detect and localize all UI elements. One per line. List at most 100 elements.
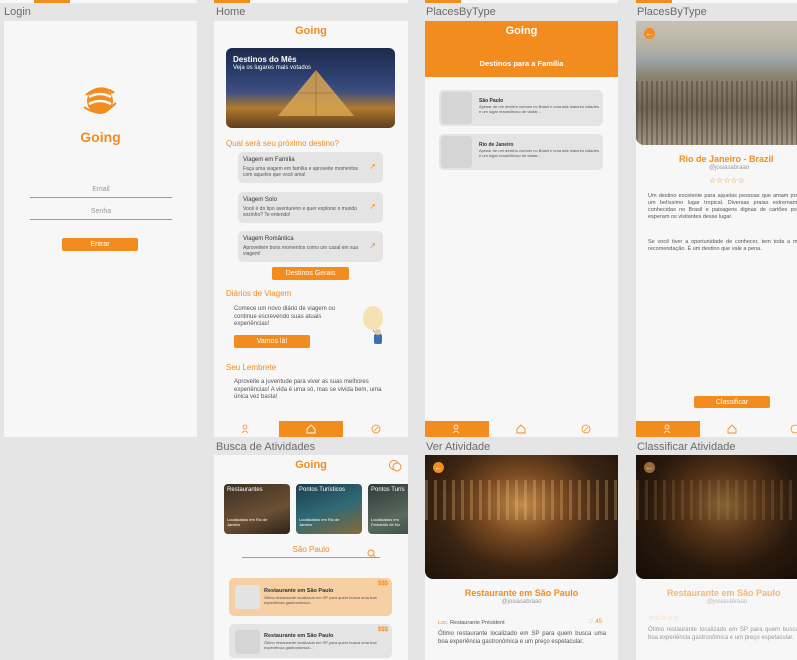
banner-subtitle: Veja os lugares mais votados [233,65,312,71]
place-item[interactable]: Rio de Janeiro Apesar de um destino comu… [439,134,603,170]
nav-explore[interactable] [554,421,618,437]
frame-label-places-2: PlacesByType [637,6,707,18]
category-location: Localizados em Rio de Janeiro [299,517,340,527]
place-thumbnail [441,136,472,168]
result-desc: Ótimo restaurante localizado em SP para … [264,595,377,605]
location-row: Loc: Restaurante Président [438,620,505,626]
app-title: Going [295,25,327,37]
diary-title: Diários de Viagem [226,289,292,298]
arrow-up-right-icon: ↗ [369,202,376,211]
result-desc: Ótimo restaurante localizado em SP para … [264,640,377,650]
home-icon [517,424,526,434]
activity-photo [636,455,797,579]
result-title: Restaurante em São Paulo [264,633,334,639]
banner-title: Destinos do Mês [233,55,297,64]
place-user: @josiasabraao [709,165,750,171]
compass-icon [790,424,797,434]
category-card[interactable]: Pontos Turís Localizados em Fernando de … [368,484,408,534]
email-field[interactable]: Email [30,186,172,198]
enter-button[interactable]: Entrar [62,238,138,251]
option-romantic[interactable]: Viagem Romântica Aproveitem bons momento… [238,231,383,262]
rating-stars[interactable]: ☆☆☆☆☆ [648,614,679,622]
category-location: Localizados em Fernando de No [371,517,400,527]
result-price: $$$ [377,627,388,633]
arrow-up-right-icon: ↗ [369,162,376,171]
option-title: Viagem em Família [243,157,295,163]
frame-top-bar [425,0,618,3]
option-desc: Aproveitem bons momentos como um casal e… [243,245,359,258]
category-title: Pontos Turísticos [299,487,346,493]
people-icon [242,424,249,434]
diary-text: Comece um novo diário de viagem ou conti… [234,306,336,327]
nav-people[interactable] [214,421,279,437]
activity-user: @josiasabraao [707,599,748,605]
nav-home[interactable] [489,421,553,437]
frame-top-bar [636,0,797,3]
place-paragraph-2: Se você tiver a oportunidade de conhecer… [648,239,797,252]
like-count: 45 [595,619,602,625]
bottles-texture [425,480,618,520]
activity-desc: Ótimo restaurante localizado em SP para … [438,631,606,645]
activity-detail-screen: ← Restaurante em São Paulo @josiasabraao… [425,455,618,660]
frame-label-ver: Ver Atividade [426,441,491,453]
category-title: Pontos Turís [371,487,405,493]
location-value: Restaurante Président [449,620,505,626]
nav-explore[interactable] [343,421,408,437]
back-arrow-icon[interactable]: ← [433,462,444,473]
place-detail-screen: ← Rio de Janeiro - Brazil @josiasabraao … [636,21,797,437]
result-title: Restaurante em São Paulo [264,588,334,594]
place-desc: Apesar de um destino comum no Brasil e u… [479,148,599,158]
place-title: Rio de Janeiro - Brazil [679,154,774,164]
place-item[interactable]: São Paulo Apesar de um destino comum no … [439,90,603,126]
search-screen: Going Restaurantes Localizados em Rio de… [214,455,408,660]
balloon-illustration [360,304,390,349]
back-arrow-icon[interactable]: ← [644,462,655,473]
activity-desc: Ótimo restaurante localizado em SP para … [648,627,797,641]
diary-start-button[interactable]: Vamos lá! [234,335,310,348]
option-solo[interactable]: Viagem Solo Você é do tipo aventureiro e… [238,192,383,223]
classify-screen: ← Restaurante em São Paulo @josiasabraao… [636,455,797,660]
nav-home[interactable] [700,421,764,437]
result-thumbnail [235,630,260,654]
home-screen: Going Destinos do Mês Veja os lugares ma… [214,21,408,437]
place-desc: Apesar de um destino comum no Brasil e u… [479,104,599,114]
places-header: Going Destinos para a Família [425,21,618,77]
option-title: Viagem Romântica [243,236,294,242]
password-field[interactable]: Senha [30,208,172,220]
option-family[interactable]: Viagem em Família Faça uma viagem em fam… [238,152,383,183]
design-canvas: Login Home PlacesByType PlacesByType Bus… [0,0,797,660]
classify-button[interactable]: Classificar [694,396,770,408]
bottom-nav [425,421,618,437]
bottles-texture [636,480,797,520]
nav-explore[interactable] [763,421,797,437]
rating-stars[interactable]: ☆☆☆☆☆ [709,176,745,185]
search-input[interactable]: São Paulo [242,545,380,558]
back-arrow-icon[interactable]: ← [644,28,655,39]
result-item-highlighted[interactable]: Restaurante em São Paulo Ótimo restauran… [229,578,392,616]
month-destinations-banner[interactable]: Destinos do Mês Veja os lugares mais vot… [226,48,395,128]
home-icon [727,424,736,434]
chat-bubbles-icon[interactable] [388,459,402,473]
place-paragraph-1: Um destino excelente para aquelas pessoa… [648,193,797,220]
frame-label-login: Login [4,6,31,18]
frame-label-busca: Busca de Atividades [216,441,316,453]
result-item[interactable]: Restaurante em São Paulo Ótimo restauran… [229,624,392,658]
category-card[interactable]: Restaurantes Localizados em Rio de Janei… [224,484,290,534]
places-subtitle: Destinos para a Família [479,59,564,68]
compass-icon [581,424,591,434]
bottom-nav [636,421,797,437]
places-screen: Going Destinos para a Família São Paulo … [425,21,618,437]
nav-home[interactable] [278,421,344,437]
nav-people[interactable] [425,421,490,437]
nav-people[interactable] [636,421,700,437]
place-thumbnail [441,92,472,124]
frame-top-bar [0,0,197,3]
search-icon[interactable] [367,546,377,559]
general-destinations-button[interactable]: Destinos Gerais [272,267,349,280]
home-icon [306,424,316,434]
category-card[interactable]: Pontos Turísticos Localizados em Rio de … [296,484,362,534]
like-counter[interactable]: ♡ 45 [588,618,602,625]
option-desc: Você é do tipo aventureiro e quer explor… [243,206,357,219]
crowd-texture [636,81,797,145]
activity-title: Restaurante em São Paulo [464,588,579,598]
